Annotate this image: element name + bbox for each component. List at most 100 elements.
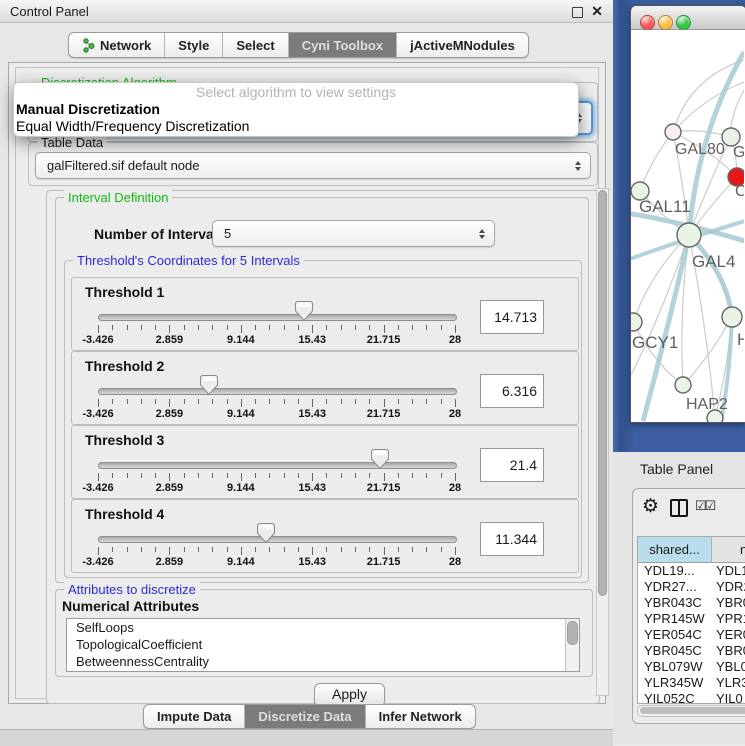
tick-label: 15.43 xyxy=(298,482,326,494)
table-row[interactable]: YBR043CYBR0 xyxy=(638,595,745,611)
thresholds-group-title: Threshold's Coordinates for 5 Intervals xyxy=(73,253,304,268)
checkboxes-icon[interactable]: ☑☑ xyxy=(695,498,714,514)
tick-mark xyxy=(112,399,113,404)
tick-mark xyxy=(255,325,256,330)
cell-name: YDL1 xyxy=(711,563,745,579)
tick-mark xyxy=(227,473,228,478)
menu-item-equal-width-frequency[interactable]: Equal Width/Frequency Discretization xyxy=(14,118,578,135)
tick-label: 21.715 xyxy=(367,556,401,568)
threshold-slider[interactable]: -3.4262.8599.14415.4321.71528 xyxy=(98,500,455,572)
tick-label: 28 xyxy=(449,334,461,346)
tick-mark xyxy=(341,399,342,404)
scrollbar-thumb[interactable] xyxy=(598,190,607,596)
node-label: GCY1 xyxy=(632,333,678,352)
tick-mark xyxy=(426,399,427,404)
slider-thumb[interactable] xyxy=(257,523,275,548)
mode-tab-infer-network[interactable]: Infer Network xyxy=(366,705,475,728)
threshold-value-field[interactable]: 6.316 xyxy=(480,374,544,408)
columns-icon[interactable] xyxy=(670,499,688,517)
slider-thumb[interactable] xyxy=(371,449,389,474)
list-item-betweennesscentrality[interactable]: BetweennessCentrality xyxy=(67,653,579,670)
tick-mark xyxy=(441,325,442,330)
slider-track[interactable] xyxy=(98,536,457,543)
minimize-traffic-light[interactable] xyxy=(658,15,673,30)
tick-label: 2.859 xyxy=(156,482,184,494)
cell-shared-name: YDL19... xyxy=(638,563,711,579)
list-item-selfloops[interactable]: SelfLoops xyxy=(67,619,579,636)
cell-shared-name: YBR043C xyxy=(638,595,711,611)
gear-icon[interactable]: ⚙ xyxy=(642,495,659,518)
table-row[interactable]: YDR27...YDR2 xyxy=(638,579,745,595)
tab-style[interactable]: Style xyxy=(165,33,223,57)
threshold-value-field[interactable]: 14.713 xyxy=(480,300,544,334)
tab-select[interactable]: Select xyxy=(223,33,288,57)
tick-label: 28 xyxy=(449,408,461,420)
control-panel-titlebar: Control Panel ✕ xyxy=(0,0,613,23)
threshold-value-field[interactable]: 21.4 xyxy=(480,448,544,482)
threshold-panel-2: Threshold 2-3.4262.8599.14415.4321.71528… xyxy=(71,351,579,425)
slider-thumb[interactable] xyxy=(295,301,313,326)
table-data-combobox[interactable]: galFiltered.sif default node xyxy=(35,152,591,179)
node[interactable] xyxy=(707,410,723,422)
close-icon[interactable]: ✕ xyxy=(591,3,603,20)
table-hscrollbar[interactable] xyxy=(637,705,745,717)
node-gal4[interactable] xyxy=(677,223,701,247)
table-row[interactable]: YIL052CYIL0 xyxy=(638,691,745,704)
node-gal80[interactable] xyxy=(665,124,681,140)
numerical-attributes-label: Numerical Attributes xyxy=(62,598,199,614)
table-row[interactable]: YER054CYER0 xyxy=(638,627,745,643)
slider-thumb[interactable] xyxy=(200,375,218,400)
slider-track[interactable] xyxy=(98,388,457,395)
edge[interactable] xyxy=(640,132,673,191)
node-hap2[interactable] xyxy=(675,377,691,393)
menu-item-manual-discretization[interactable]: Manual Discretization xyxy=(14,101,578,118)
mode-tab-impute-data[interactable]: Impute Data xyxy=(144,705,245,728)
edge[interactable] xyxy=(689,235,732,317)
threshold-slider[interactable]: -3.4262.8599.14415.4321.71528 xyxy=(98,426,455,498)
mode-tab-discretize-data[interactable]: Discretize Data xyxy=(245,705,365,728)
network-canvas[interactable]: GAL80GCGAL11GAL4GCY1HHAP2 xyxy=(631,30,745,422)
node-gcy1[interactable] xyxy=(631,313,642,331)
tick-label: 2.859 xyxy=(156,556,184,568)
tab-cyni-toolbox[interactable]: Cyni Toolbox xyxy=(289,33,397,57)
tick-mark xyxy=(127,399,128,404)
tab-jactivemnodules[interactable]: jActiveMNodules xyxy=(397,33,528,57)
threshold-panel-4: Threshold 4-3.4262.8599.14415.4321.71528… xyxy=(71,499,579,573)
scrollbar-thumb[interactable] xyxy=(640,707,745,714)
threshold-slider[interactable]: -3.4262.8599.14415.4321.71528 xyxy=(98,278,455,350)
float-panel-icon[interactable] xyxy=(572,7,583,18)
zoom-traffic-light[interactable] xyxy=(676,15,691,30)
table-row[interactable]: YBR045CYBR0 xyxy=(638,643,745,659)
tick-mark xyxy=(398,325,399,330)
network-view-window[interactable]: GAL80GCGAL11GAL4GCY1HHAP2 xyxy=(630,5,745,423)
slider-track[interactable] xyxy=(98,462,457,469)
tick-mark xyxy=(155,325,156,330)
edge[interactable] xyxy=(633,322,683,385)
scrollbar-thumb[interactable] xyxy=(567,621,578,645)
table-row[interactable]: YBL079WYBL0 xyxy=(638,659,745,675)
table-row[interactable]: YDL19...YDL1 xyxy=(638,563,745,579)
column-header-name[interactable]: n xyxy=(712,537,745,562)
table-data-combobox-value: galFiltered.sif default node xyxy=(47,158,199,173)
tick-mark xyxy=(241,399,242,407)
slider-track[interactable] xyxy=(98,314,457,321)
tick-mark xyxy=(127,547,128,552)
list-item-topologicalcoefficient[interactable]: TopologicalCoefficient xyxy=(67,636,579,653)
threshold-value-field[interactable]: 11.344 xyxy=(480,522,544,556)
tick-mark xyxy=(127,325,128,330)
interval-definition-title: Interval Definition xyxy=(64,190,172,205)
table-row[interactable]: YLR345WYLR3 xyxy=(638,675,745,691)
form-scrollbar[interactable] xyxy=(596,188,609,696)
table-panel: ⚙ ☑☑ shared... n YDL19...YDL1YDR27...YDR… xyxy=(632,488,745,724)
column-header-shared-name[interactable]: shared... xyxy=(638,537,712,562)
tab-network[interactable]: Network xyxy=(69,33,165,57)
node-h[interactable] xyxy=(722,307,742,327)
tick-label: 2.859 xyxy=(156,408,184,420)
edge[interactable] xyxy=(689,235,732,317)
attributes-scrollbar[interactable] xyxy=(565,619,579,671)
table-row[interactable]: YPR145WYPR1 xyxy=(638,611,745,627)
threshold-slider[interactable]: -3.4262.8599.14415.4321.71528 xyxy=(98,352,455,424)
close-traffic-light[interactable] xyxy=(640,15,655,30)
combo-stepper-icon xyxy=(479,229,485,239)
number-of-intervals-combobox[interactable]: 5 xyxy=(212,220,495,247)
